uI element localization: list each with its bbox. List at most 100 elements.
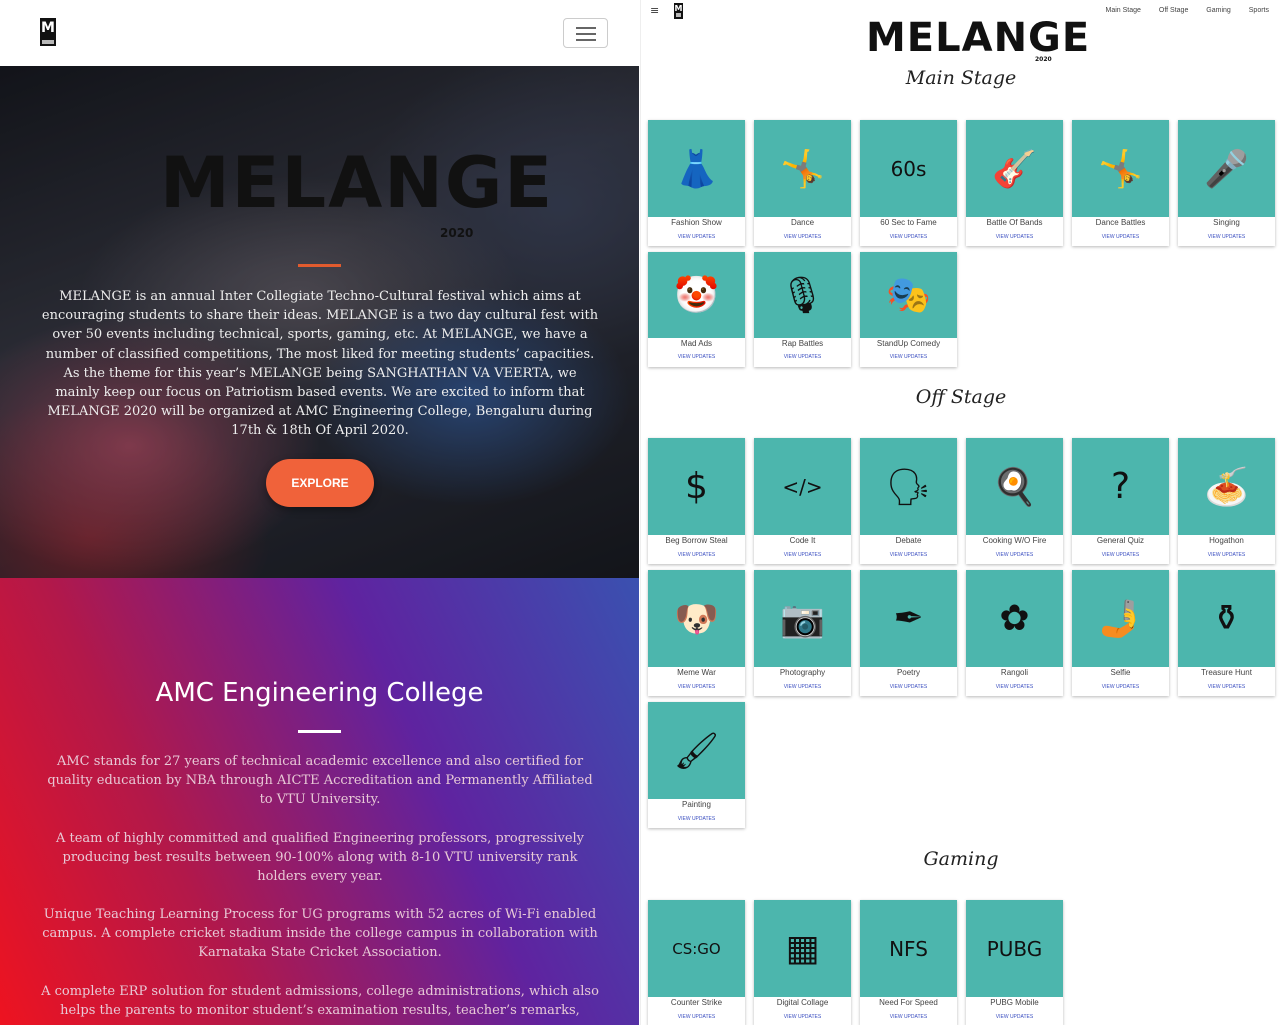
60s-timer-icon: 60s <box>860 120 957 217</box>
hero-divider <box>298 264 341 267</box>
view-updates-link[interactable]: VIEW UPDATES <box>966 552 1063 558</box>
event-card[interactable]: ⚱ Treasure Hunt VIEW UPDATES <box>1178 570 1275 696</box>
top-navbar: M <box>0 0 639 66</box>
event-name: PUBG Mobile <box>990 998 1039 1007</box>
nav-link-main-stage[interactable]: Main Stage <box>1106 7 1141 14</box>
event-name: Hogathon <box>1209 536 1244 545</box>
hero-logo-year: 2020 <box>440 226 474 240</box>
event-card[interactable]: 🎭 StandUp Comedy VIEW UPDATES <box>860 252 957 367</box>
theatre-masks-icon: 🎭 <box>860 252 957 338</box>
event-name: Rangoli <box>1000 668 1029 677</box>
breakdance-icon: 🤸 <box>1072 120 1169 217</box>
left-pane: M MELANGE 2020 MELANGE is an annual Inte… <box>0 0 639 1025</box>
event-card[interactable]: $ Beg Borrow Steal VIEW UPDATES <box>648 438 745 564</box>
question-bubble-icon: ? <box>1072 438 1169 535</box>
view-updates-link[interactable]: VIEW UPDATES <box>754 354 851 360</box>
menu-icon[interactable]: ≡ <box>650 4 659 17</box>
event-name: Digital Collage <box>776 998 829 1007</box>
event-name: StandUp Comedy <box>876 339 941 348</box>
view-updates-link[interactable]: VIEW UPDATES <box>966 234 1063 240</box>
view-updates-link[interactable]: VIEW UPDATES <box>966 684 1063 690</box>
event-name: Treasure Hunt <box>1201 668 1252 677</box>
event-card[interactable]: 📷 Photography VIEW UPDATES <box>754 570 851 696</box>
view-updates-link[interactable]: VIEW UPDATES <box>860 684 957 690</box>
view-updates-link[interactable]: VIEW UPDATES <box>1178 552 1275 558</box>
breakdance-icon: 🤸 <box>754 120 851 217</box>
view-updates-link[interactable]: VIEW UPDATES <box>648 684 745 690</box>
event-name: Singing <box>1213 218 1240 227</box>
view-updates-link[interactable]: VIEW UPDATES <box>648 354 745 360</box>
nav-link-sports[interactable]: Sports <box>1249 7 1269 14</box>
view-updates-link[interactable]: VIEW UPDATES <box>648 234 745 240</box>
event-card[interactable]: 🎙 Rap Battles VIEW UPDATES <box>754 252 851 367</box>
menu-toggle-button[interactable] <box>563 18 608 48</box>
event-card[interactable]: 🤸 Dance Battles VIEW UPDATES <box>1072 120 1169 246</box>
event-card[interactable]: 🍝 Hogathon VIEW UPDATES <box>1178 438 1275 564</box>
hero-description: MELANGE is an annual Inter Collegiate Te… <box>41 289 599 439</box>
event-name: Cooking W/O Fire <box>982 536 1047 545</box>
view-updates-link[interactable]: VIEW UPDATES <box>754 1014 851 1020</box>
event-card[interactable]: CS:GO Counter Strike VIEW UPDATES <box>648 900 745 1025</box>
event-card[interactable]: 🎸 Battle Of Bands VIEW UPDATES <box>966 120 1063 246</box>
event-name: Debate <box>895 536 922 545</box>
event-name: Dance Battles <box>1095 218 1146 227</box>
event-name: Meme War <box>677 668 716 677</box>
event-card[interactable]: 60s 60 Sec to Fame VIEW UPDATES <box>860 120 957 246</box>
view-updates-link[interactable]: VIEW UPDATES <box>860 354 957 360</box>
view-updates-link[interactable]: VIEW UPDATES <box>1178 234 1275 240</box>
melange-hero-logo: MELANGE <box>160 142 555 224</box>
view-updates-link[interactable]: VIEW UPDATES <box>754 552 851 558</box>
college-divider <box>298 730 341 733</box>
event-card[interactable]: 🤡 Mad Ads VIEW UPDATES <box>648 252 745 367</box>
view-updates-link[interactable]: VIEW UPDATES <box>966 1014 1063 1020</box>
view-updates-link[interactable]: VIEW UPDATES <box>1072 234 1169 240</box>
event-card[interactable]: NFS Need For Speed VIEW UPDATES <box>860 900 957 1025</box>
view-updates-link[interactable]: VIEW UPDATES <box>1072 552 1169 558</box>
view-updates-link[interactable]: VIEW UPDATES <box>1072 684 1169 690</box>
melange-logo-icon[interactable]: M <box>40 18 56 46</box>
event-card[interactable]: 🤳 Selfie VIEW UPDATES <box>1072 570 1169 696</box>
collage-icon: ▦ <box>754 900 851 997</box>
event-card[interactable]: ? General Quiz VIEW UPDATES <box>1072 438 1169 564</box>
view-updates-link[interactable]: VIEW UPDATES <box>860 1014 957 1020</box>
event-name: Rap Battles <box>781 339 824 348</box>
event-card[interactable]: 🐶 Meme War VIEW UPDATES <box>648 570 745 696</box>
event-card[interactable]: ▦ Digital Collage VIEW UPDATES <box>754 900 851 1025</box>
nav-links: Main Stage Off Stage Gaming Sports <box>1090 7 1269 14</box>
event-name: Fashion Show <box>671 218 722 227</box>
event-name: Selfie <box>1110 668 1131 677</box>
nav-link-off-stage[interactable]: Off Stage <box>1159 7 1188 14</box>
brand-year: 2020 <box>1035 56 1052 63</box>
explore-button[interactable]: EXPLORE <box>266 459 374 507</box>
event-card[interactable]: 🎤 Singing VIEW UPDATES <box>1178 120 1275 246</box>
event-card[interactable]: ✒ Poetry VIEW UPDATES <box>860 570 957 696</box>
camera-icon: 📷 <box>754 570 851 667</box>
nav-link-gaming[interactable]: Gaming <box>1206 7 1231 14</box>
event-card[interactable]: 🗣 Debate VIEW UPDATES <box>860 438 957 564</box>
event-card[interactable]: </> Code It VIEW UPDATES <box>754 438 851 564</box>
hero-section: MELANGE 2020 MELANGE is an annual Inter … <box>0 66 639 578</box>
event-card[interactable]: 🖌 Painting VIEW UPDATES <box>648 702 745 828</box>
nfs-logo-icon: NFS <box>860 900 957 997</box>
treasure-chest-icon: ⚱ <box>1178 570 1275 667</box>
event-card[interactable]: ✿ Rangoli VIEW UPDATES <box>966 570 1063 696</box>
view-updates-link[interactable]: VIEW UPDATES <box>648 816 745 822</box>
event-card[interactable]: PUBG PUBG Mobile VIEW UPDATES <box>966 900 1063 1025</box>
event-name: Dance <box>790 218 815 227</box>
selfie-icon: 🤳 <box>1072 570 1169 667</box>
event-card[interactable]: 👗 Fashion Show VIEW UPDATES <box>648 120 745 246</box>
view-updates-link[interactable]: VIEW UPDATES <box>860 552 957 558</box>
podium-icon: 🗣 <box>860 438 957 535</box>
view-updates-link[interactable]: VIEW UPDATES <box>860 234 957 240</box>
view-updates-link[interactable]: VIEW UPDATES <box>754 234 851 240</box>
melange-logo-icon[interactable]: M <box>674 3 683 19</box>
view-updates-link[interactable]: VIEW UPDATES <box>1178 684 1275 690</box>
paintbrush-icon: 🖌 <box>648 702 745 799</box>
view-updates-link[interactable]: VIEW UPDATES <box>648 552 745 558</box>
event-card[interactable]: 🤸 Dance VIEW UPDATES <box>754 120 851 246</box>
event-name: General Quiz <box>1096 536 1145 545</box>
event-card[interactable]: 🍳 Cooking W/O Fire VIEW UPDATES <box>966 438 1063 564</box>
view-updates-link[interactable]: VIEW UPDATES <box>648 1014 745 1020</box>
view-updates-link[interactable]: VIEW UPDATES <box>754 684 851 690</box>
melange-brand-logo: MELANGE <box>866 15 1091 61</box>
